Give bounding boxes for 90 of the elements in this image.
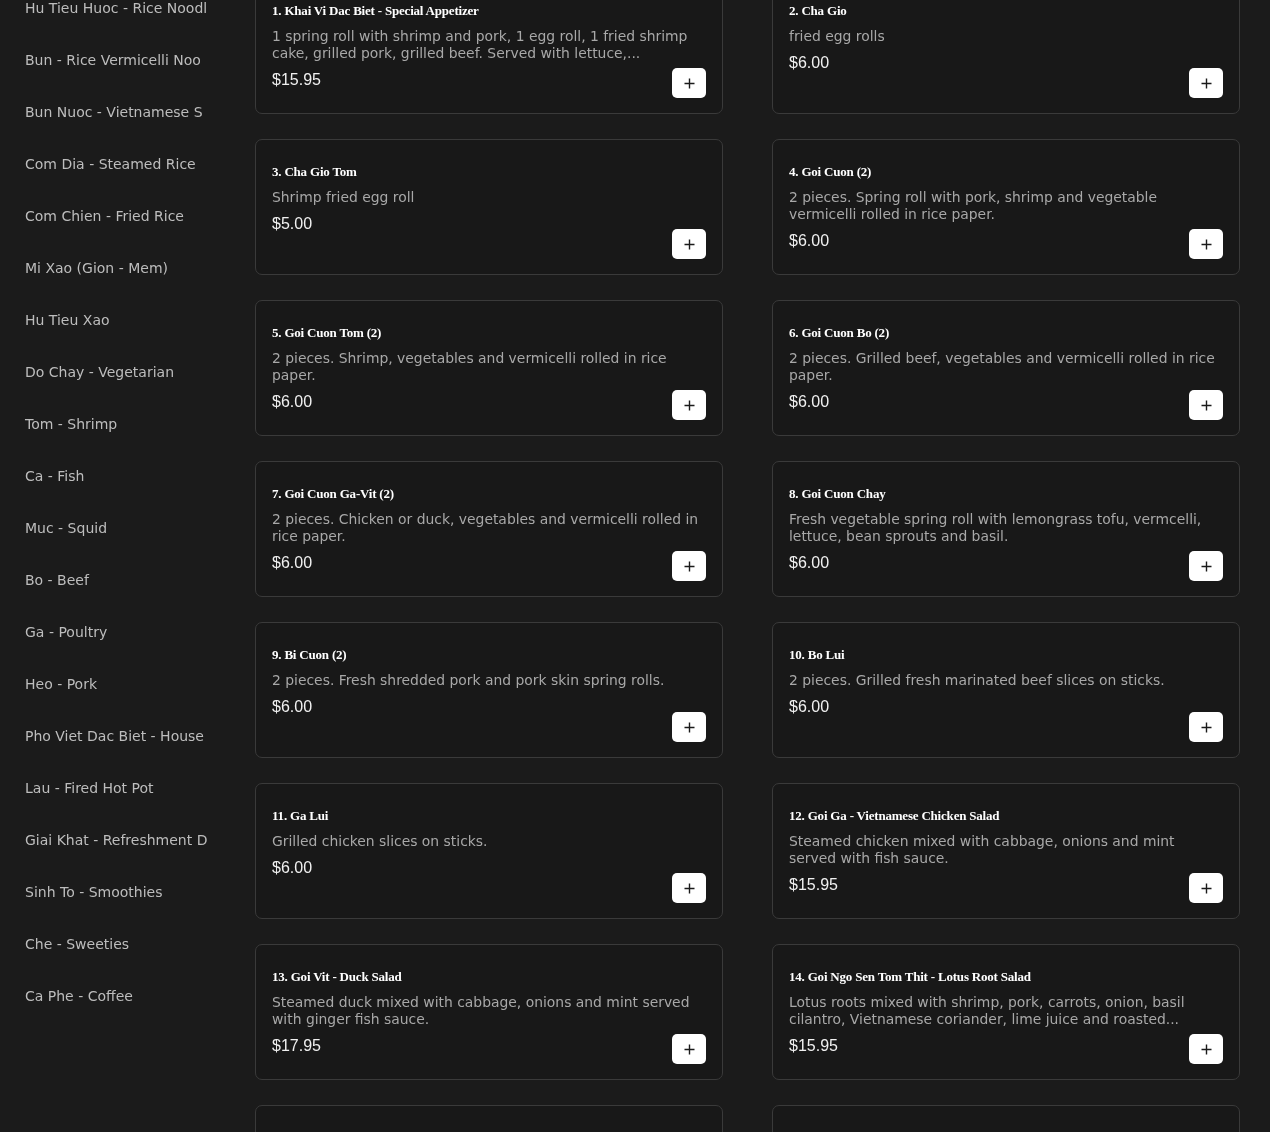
item-price: $6.00 [789, 231, 830, 251]
category-link[interactable]: Che - Sweeties [25, 936, 130, 953]
item-title: 7. Goi Cuon Ga-Vit (2) [272, 485, 394, 503]
category-link[interactable]: Giai Khat - Refreshment D [25, 832, 207, 849]
item-description: Steamed chicken mixed with cabbage, onions and mint served with fish sauce. [789, 833, 1176, 867]
plus-icon [1200, 560, 1212, 572]
item-price: $6.00 [789, 53, 830, 73]
category-link[interactable]: Hu Tieu Huoc - Rice Noodl [25, 0, 207, 17]
item-price: $6.00 [789, 553, 830, 573]
add-button[interactable] [672, 873, 706, 903]
item-price: $15.95 [789, 1036, 838, 1056]
category-link[interactable]: Bun - Rice Vermicelli Noo [25, 52, 201, 69]
add-button[interactable] [1189, 1034, 1223, 1064]
item-price: $17.95 [272, 1036, 321, 1056]
category-link[interactable]: Com Dia - Steamed Rice [25, 156, 196, 173]
item-price: $15.95 [272, 70, 321, 90]
add-button[interactable] [672, 229, 706, 259]
add-button[interactable] [1189, 390, 1223, 420]
add-button[interactable] [672, 712, 706, 742]
plus-icon [683, 1043, 695, 1055]
plus-icon [683, 882, 695, 894]
item-title: 11. Ga Lui [272, 807, 329, 825]
item-description: Steamed duck mixed with cabbage, onions and mint served with ginger fish sauce. [272, 994, 691, 1028]
plus-icon [1200, 721, 1212, 733]
item-description: 2 pieces. Grilled fresh marinated beef slices on sticks. [789, 672, 1165, 689]
add-button[interactable] [1189, 229, 1223, 259]
item-title: 9. Bi Cuon (2) [272, 646, 347, 664]
item-title: 14. Goi Ngo Sen Tom Thit - Lotus Root Salad [789, 968, 1031, 986]
item-description: Lotus roots mixed with shrimp, pork, carrots, onion, basil cilantro, Vietnamese coriander, lime juice and roasted... [789, 994, 1186, 1028]
item-title: 1. Khai Vi Dac Biet - Special Appetizer [272, 2, 479, 20]
category-link[interactable]: Bun Nuoc - Vietnamese S [25, 104, 203, 121]
plus-icon [1200, 238, 1212, 250]
item-description: Shrimp fried egg roll [272, 189, 415, 206]
item-price: $15.95 [789, 875, 838, 895]
item-title: 6. Goi Cuon Bo (2) [789, 324, 890, 342]
category-link[interactable]: Lau - Fired Hot Pot [25, 780, 154, 797]
add-button[interactable] [1189, 873, 1223, 903]
item-price: $6.00 [789, 392, 830, 412]
add-button[interactable] [1189, 68, 1223, 98]
add-button[interactable] [672, 68, 706, 98]
item-description: 2 pieces. Shrimp, vegetables and vermicelli rolled in rice paper. [272, 350, 668, 384]
category-link[interactable]: Ca - Fish [25, 468, 85, 485]
item-title: 8. Goi Cuon Chay [789, 485, 886, 503]
item-description: 2 pieces. Chicken or duck, vegetables and vermicelli rolled in rice paper. [272, 511, 700, 545]
item-price: $6.00 [272, 392, 313, 412]
plus-icon [683, 238, 695, 250]
item-title: 13. Goi Vit - Duck Salad [272, 968, 402, 986]
plus-icon [1200, 1043, 1212, 1055]
item-description: fried egg rolls [789, 28, 885, 45]
item-price: $6.00 [272, 553, 313, 573]
category-link[interactable]: Sinh To - Smoothies [25, 884, 163, 901]
item-description: 2 pieces. Grilled beef, vegetables and vermicelli rolled in rice paper. [789, 350, 1216, 384]
plus-icon [1200, 882, 1212, 894]
plus-icon [683, 560, 695, 572]
item-description: 1 spring roll with shrimp and pork, 1 egg roll, 1 fried shrimp cake, grilled pork, grilled beef. Served with lettuce,... [272, 28, 689, 62]
item-price: $6.00 [272, 858, 313, 878]
item-title: 5. Goi Cuon Tom (2) [272, 324, 382, 342]
category-link[interactable]: Bo - Beef [25, 572, 89, 589]
item-price: $5.00 [272, 214, 313, 234]
plus-icon [1200, 399, 1212, 411]
item-title: 10. Bo Lui [789, 646, 845, 664]
category-link[interactable]: Heo - Pork [25, 676, 98, 693]
item-description: Fresh vegetable spring roll with lemongrass tofu, vermcelli, lettuce, bean sprouts and basil. [789, 511, 1203, 545]
plus-icon [683, 721, 695, 733]
category-link[interactable]: Pho Viet Dac Biet - House [25, 728, 204, 745]
item-title: 3. Cha Gio Tom [272, 163, 357, 181]
plus-icon [1200, 77, 1212, 89]
item-title: 4. Goi Cuon (2) [789, 163, 872, 181]
item-title: 12. Goi Ga - Vietnamese Chicken Salad [789, 807, 1000, 825]
item-description: 2 pieces. Spring roll with pork, shrimp and vegetable vermicelli rolled in rice paper. [789, 189, 1159, 223]
item-description: 2 pieces. Fresh shredded pork and pork skin spring rolls. [272, 672, 665, 689]
plus-icon [683, 399, 695, 411]
category-link[interactable]: Ca Phe - Coffee [25, 988, 133, 1005]
category-link[interactable]: Muc - Squid [25, 520, 108, 537]
add-button[interactable] [672, 551, 706, 581]
add-button[interactable] [1189, 712, 1223, 742]
plus-icon [683, 77, 695, 89]
category-link[interactable]: Mi Xao (Gion - Mem) [25, 260, 168, 277]
item-description: Grilled chicken slices on sticks. [272, 833, 488, 850]
category-link[interactable]: Ga - Poultry [25, 624, 108, 641]
category-link[interactable]: Do Chay - Vegetarian [25, 364, 175, 381]
item-title: 2. Cha Gio [789, 2, 847, 20]
category-link[interactable]: Tom - Shrimp [25, 416, 118, 433]
add-button[interactable] [672, 390, 706, 420]
add-button[interactable] [672, 1034, 706, 1064]
category-link[interactable]: Hu Tieu Xao [25, 312, 110, 329]
item-price: $6.00 [272, 697, 313, 717]
add-button[interactable] [1189, 551, 1223, 581]
category-link[interactable]: Com Chien - Fried Rice [25, 208, 184, 225]
item-price: $6.00 [789, 697, 830, 717]
